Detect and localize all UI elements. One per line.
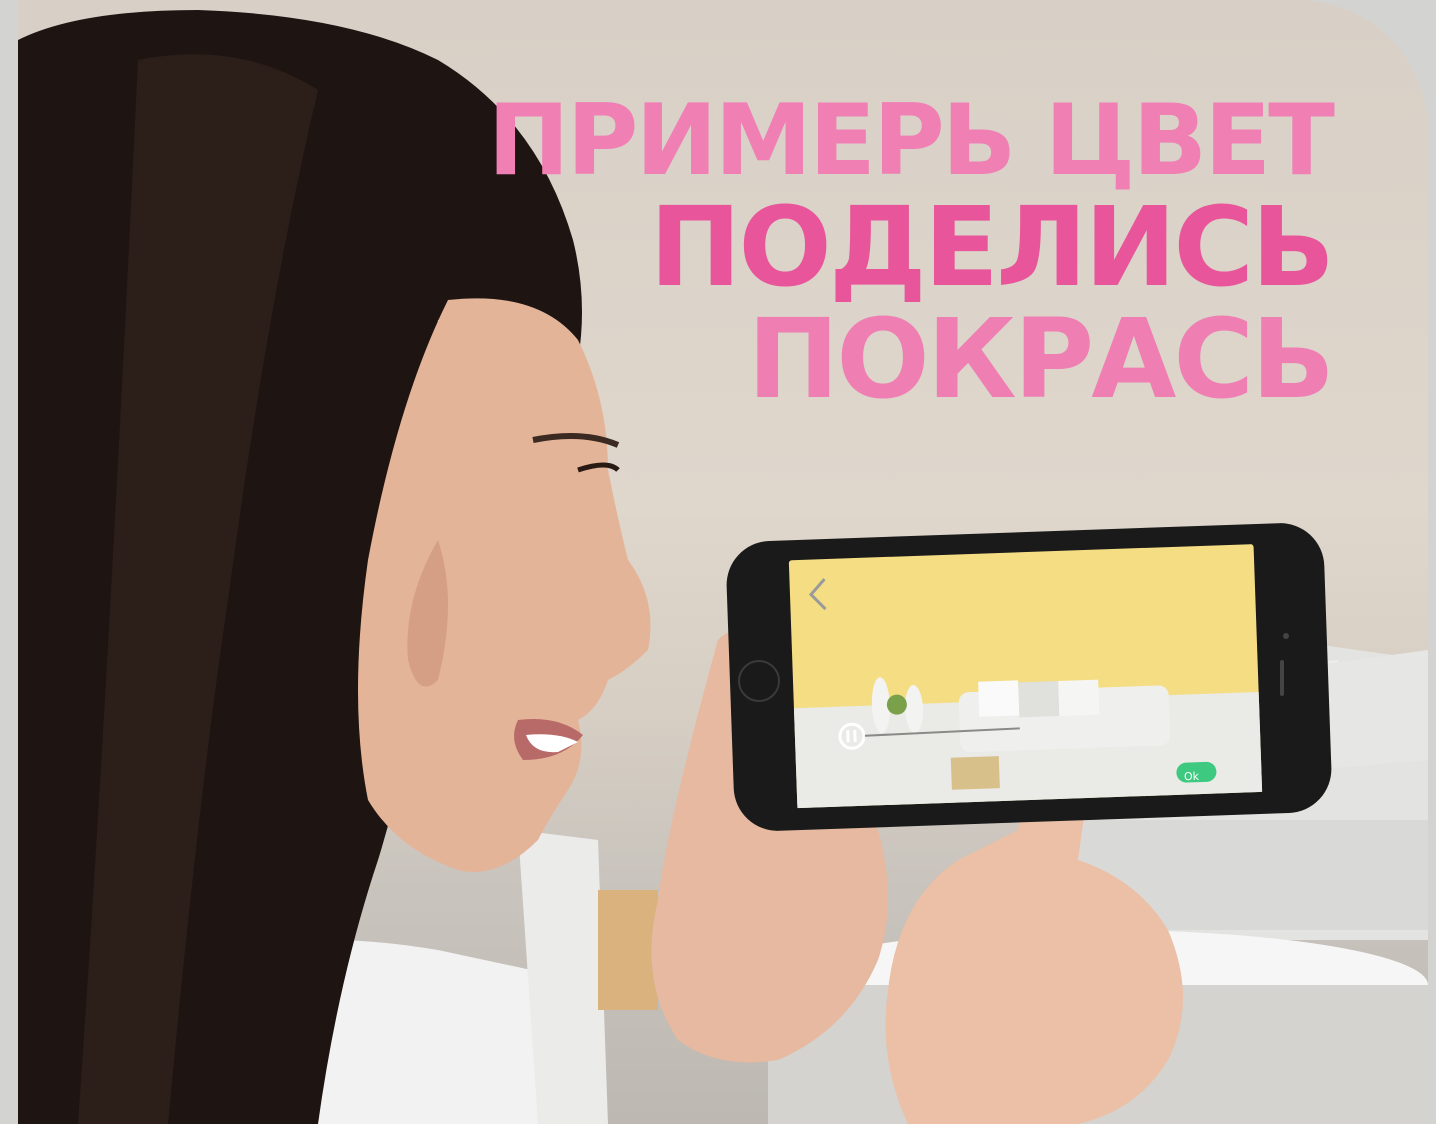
- ok-button-label[interactable]: Ok: [1184, 770, 1199, 784]
- color-swatch[interactable]: [950, 756, 1000, 790]
- cushion: [1318, 650, 1428, 768]
- ad-page: Ok ПРИМЕРЬ ЦВЕТ ПОДЕЛИСЬ ПОКРАСЬ: [0, 0, 1436, 1124]
- photo-background: Ok ПРИМЕРЬ ЦВЕТ ПОДЕЛИСЬ ПОКРАСЬ: [18, 0, 1428, 1124]
- camera-dot: [1283, 633, 1289, 639]
- headline-line-3: ПОКРАСЬ: [747, 295, 1335, 423]
- smartphone: [726, 523, 1332, 831]
- speaker-slot: [1280, 660, 1284, 696]
- headline-line-2: ПОДЕЛИСЬ: [649, 183, 1335, 311]
- headline: ПРИМЕРЬ ЦВЕТ ПОДЕЛИСЬ ПОКРАСЬ: [487, 84, 1335, 423]
- headline-line-1: ПРИМЕРЬ ЦВЕТ: [487, 84, 1335, 198]
- side-table: [598, 890, 658, 1010]
